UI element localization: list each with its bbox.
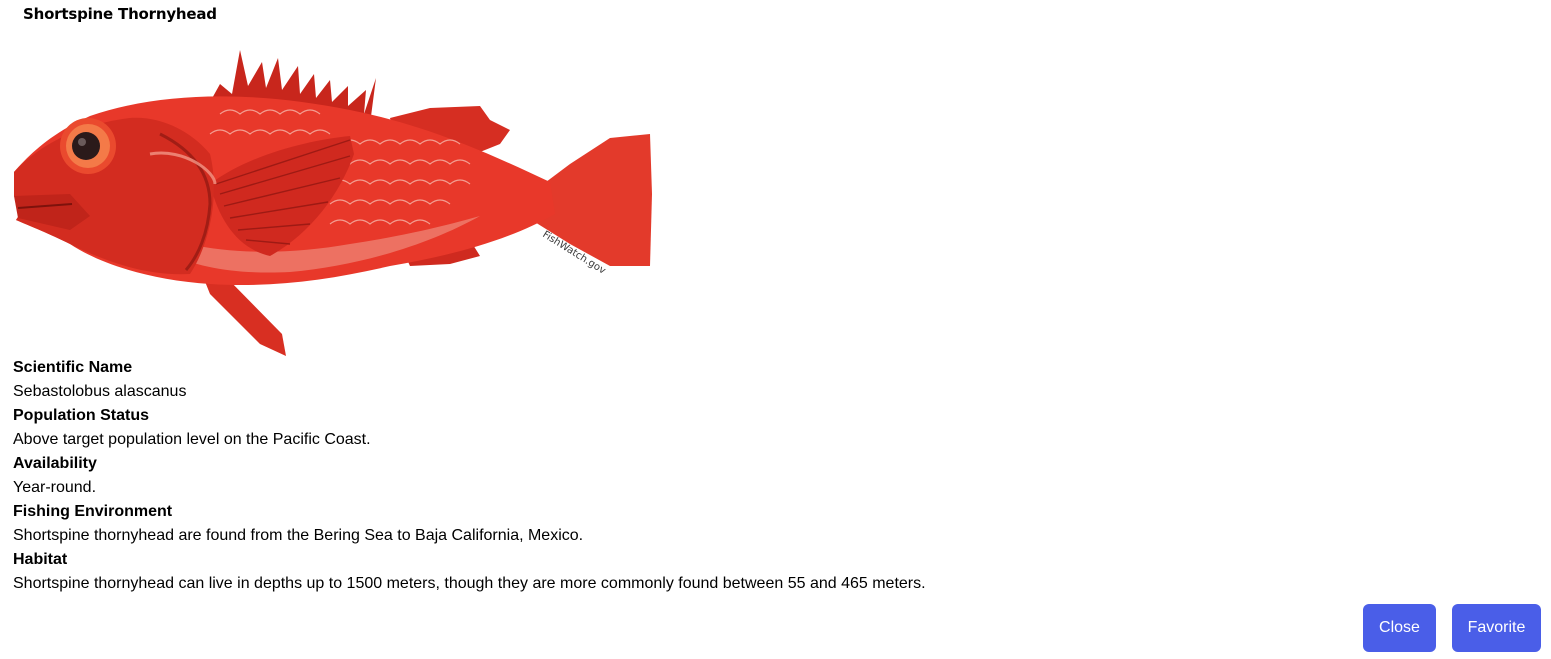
detail-value-population-status: Above target population level on the Pac…	[13, 431, 371, 448]
favorite-button[interactable]: Favorite	[1452, 604, 1541, 652]
detail-label-fishing-environment: Fishing Environment	[13, 503, 173, 520]
detail-value-habitat: Shortspine thornyhead can live in depths…	[13, 575, 926, 592]
detail-label-scientific-name: Scientific Name	[13, 359, 133, 376]
detail-label-availability: Availability	[13, 455, 97, 472]
detail-value-availability: Year-round.	[13, 479, 97, 496]
page-title: Shortspine Thornyhead	[23, 5, 217, 23]
close-button[interactable]: Close	[1363, 604, 1436, 652]
detail-label-habitat: Habitat	[13, 551, 68, 568]
detail-label-population-status: Population Status	[13, 407, 149, 424]
fish-details: Scientific Name Sebastolobus alascanus P…	[13, 356, 926, 596]
detail-value-scientific-name: Sebastolobus alascanus	[13, 383, 187, 400]
detail-value-fishing-environment: Shortspine thornyhead are found from the…	[13, 527, 584, 544]
fish-illustration: FishWatch.gov	[10, 44, 655, 359]
